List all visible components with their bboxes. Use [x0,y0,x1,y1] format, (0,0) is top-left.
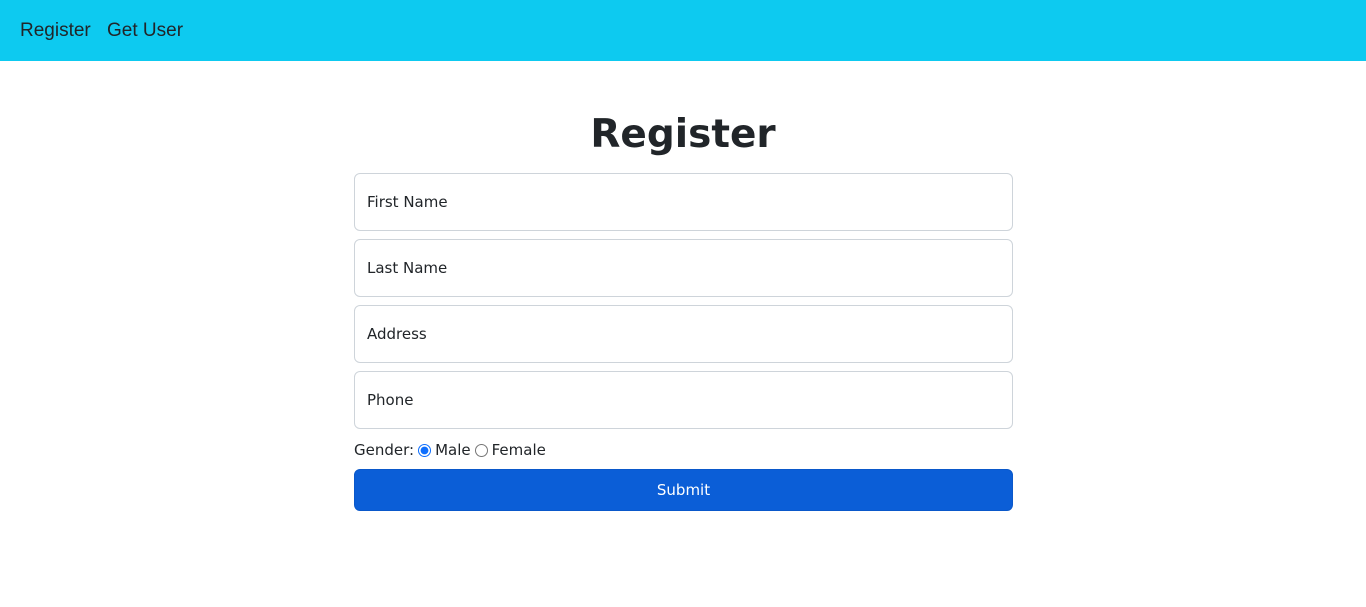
gender-label: Gender: [354,441,415,459]
nav-link-register[interactable]: Register [20,19,91,43]
gender-female-radio[interactable] [474,443,488,457]
nav-link-get-user[interactable]: Get User [107,19,183,43]
gender-male-label: Male [435,441,471,459]
submit-button[interactable]: Submit [354,469,1013,511]
gender-group: Gender: Male Female [354,439,546,461]
top-navbar: Register Get User [0,0,1366,61]
address-input[interactable] [354,305,1013,363]
first-name-input[interactable] [354,173,1013,231]
phone-input[interactable] [354,371,1013,429]
gender-female-label: Female [491,441,546,459]
page-title: Register [590,112,776,157]
gender-male-radio[interactable] [418,443,432,457]
last-name-input[interactable] [354,239,1013,297]
